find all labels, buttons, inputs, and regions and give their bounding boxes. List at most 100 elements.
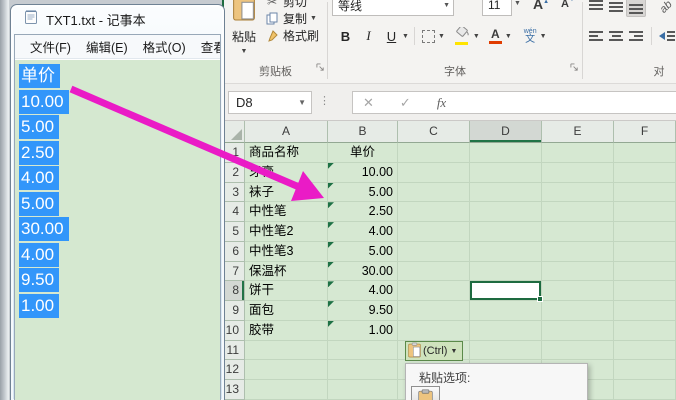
- cell-A6[interactable]: 中性笔3: [245, 242, 328, 262]
- cell-C6[interactable]: [398, 242, 470, 262]
- cell-B13[interactable]: [328, 380, 398, 400]
- clipboard-dialog-launcher-icon[interactable]: [316, 59, 325, 77]
- cell-E11[interactable]: [542, 341, 614, 361]
- cell-B10[interactable]: 1.00: [328, 321, 398, 341]
- row-header-5[interactable]: 5: [224, 222, 245, 242]
- notepad-menu-item[interactable]: 格式(O): [143, 37, 186, 56]
- align-left-button[interactable]: [586, 26, 606, 46]
- cell-F12[interactable]: [614, 360, 676, 380]
- insert-function-icon[interactable]: fx: [437, 95, 446, 111]
- borders-dropdown-arrow[interactable]: ▼: [438, 33, 445, 40]
- column-header-C[interactable]: C: [398, 121, 470, 143]
- row-header-1[interactable]: 1: [224, 143, 245, 163]
- cell-D8[interactable]: [470, 281, 542, 301]
- cancel-icon[interactable]: ✕: [363, 95, 374, 111]
- format-painter-button[interactable]: 格式刷: [264, 27, 319, 44]
- cell-E5[interactable]: [542, 222, 614, 242]
- cell-C3[interactable]: [398, 183, 470, 203]
- cell-F2[interactable]: [614, 163, 676, 183]
- name-box-dropdown-arrow[interactable]: ▼: [298, 98, 306, 107]
- cell-D2[interactable]: [470, 163, 542, 183]
- cell-B9[interactable]: 9.50: [328, 301, 398, 321]
- cell-A1[interactable]: 商品名称: [245, 143, 328, 163]
- font-size-dropdown-arrow[interactable]: ▼: [514, 0, 521, 7]
- column-header-F[interactable]: F: [614, 121, 676, 143]
- decrease-indent-button[interactable]: [657, 26, 676, 46]
- fill-handle[interactable]: [537, 296, 543, 302]
- cell-C4[interactable]: [398, 202, 470, 222]
- italic-button[interactable]: I: [361, 26, 376, 46]
- font-name-combo[interactable]: 等线 ▼: [332, 0, 454, 16]
- align-center-button[interactable]: [606, 26, 626, 46]
- row-header-13[interactable]: 13: [224, 380, 245, 400]
- cell-F8[interactable]: [614, 281, 676, 301]
- orientation-button[interactable]: ab: [656, 0, 676, 17]
- cell-D1[interactable]: [470, 143, 542, 163]
- phonetic-guide-button[interactable]: wén 文: [524, 28, 537, 45]
- cell-F11[interactable]: [614, 341, 676, 361]
- column-header-D[interactable]: D: [470, 121, 542, 143]
- row-header-7[interactable]: 7: [224, 262, 245, 282]
- paste-options-button[interactable]: (Ctrl) ▼: [405, 341, 463, 361]
- cell-D3[interactable]: [470, 183, 542, 203]
- cell-A5[interactable]: 中性笔2: [245, 222, 328, 242]
- row-header-11[interactable]: 11: [224, 341, 245, 361]
- cell-F5[interactable]: [614, 222, 676, 242]
- formula-bar[interactable]: ✕ ✓ fx: [352, 91, 676, 114]
- underline-dropdown-arrow[interactable]: ▼: [402, 33, 409, 40]
- cell-D5[interactable]: [470, 222, 542, 242]
- cell-F6[interactable]: [614, 242, 676, 262]
- cell-A11[interactable]: [245, 341, 328, 361]
- notepad-menu-item[interactable]: 查看(: [201, 37, 220, 56]
- borders-button[interactable]: [422, 30, 435, 43]
- cell-E10[interactable]: [542, 321, 614, 341]
- cell-F13[interactable]: [614, 380, 676, 400]
- row-header-9[interactable]: 9: [224, 301, 245, 321]
- cell-A3[interactable]: 袜子: [245, 183, 328, 203]
- cell-A13[interactable]: [245, 380, 328, 400]
- cell-C2[interactable]: [398, 163, 470, 183]
- row-header-6[interactable]: 6: [224, 242, 245, 262]
- font-size-combo[interactable]: 11: [482, 0, 512, 16]
- cell-F7[interactable]: [614, 262, 676, 282]
- cell-E2[interactable]: [542, 163, 614, 183]
- cell-E6[interactable]: [542, 242, 614, 262]
- cell-A10[interactable]: 胶带: [245, 321, 328, 341]
- cell-B12[interactable]: [328, 360, 398, 380]
- cell-B3[interactable]: 5.00: [328, 183, 398, 203]
- cell-E8[interactable]: [542, 281, 614, 301]
- column-header-A[interactable]: A: [245, 121, 328, 143]
- cell-E4[interactable]: [542, 202, 614, 222]
- cell-C5[interactable]: [398, 222, 470, 242]
- align-right-button[interactable]: [626, 26, 646, 46]
- cell-B2[interactable]: 10.00: [328, 163, 398, 183]
- cell-E9[interactable]: [542, 301, 614, 321]
- cell-C7[interactable]: [398, 262, 470, 282]
- copy-dropdown-arrow[interactable]: ▼: [310, 15, 317, 22]
- keep-source-formatting-option[interactable]: [411, 386, 440, 400]
- cell-F9[interactable]: [614, 301, 676, 321]
- name-box[interactable]: D8 ▼: [228, 91, 312, 114]
- cell-A12[interactable]: [245, 360, 328, 380]
- paste-button[interactable]: 粘贴 ▼: [228, 0, 260, 58]
- paste-dropdown-arrow[interactable]: ▼: [241, 48, 248, 55]
- cell-D9[interactable]: [470, 301, 542, 321]
- copy-button[interactable]: 复制 ▼: [264, 10, 319, 27]
- cell-C1[interactable]: [398, 143, 470, 163]
- cell-D7[interactable]: [470, 262, 542, 282]
- column-header-E[interactable]: E: [542, 121, 614, 143]
- cell-A2[interactable]: 牙膏: [245, 163, 328, 183]
- notepad-text-area[interactable]: 单价10.005.002.504.005.0030.004.009.501.00: [15, 60, 220, 400]
- cell-C9[interactable]: [398, 301, 470, 321]
- cell-B7[interactable]: 30.00: [328, 262, 398, 282]
- row-header-10[interactable]: 10: [224, 321, 245, 341]
- cell-F4[interactable]: [614, 202, 676, 222]
- cell-D6[interactable]: [470, 242, 542, 262]
- notepad-menu-item[interactable]: 文件(F): [30, 37, 71, 56]
- cell-A8[interactable]: 饼干: [245, 281, 328, 301]
- cell-F1[interactable]: [614, 143, 676, 163]
- cell-B5[interactable]: 4.00: [328, 222, 398, 242]
- increase-font-size-button[interactable]: A▲: [533, 0, 549, 12]
- row-header-3[interactable]: 3: [224, 183, 245, 203]
- cell-E1[interactable]: [542, 143, 614, 163]
